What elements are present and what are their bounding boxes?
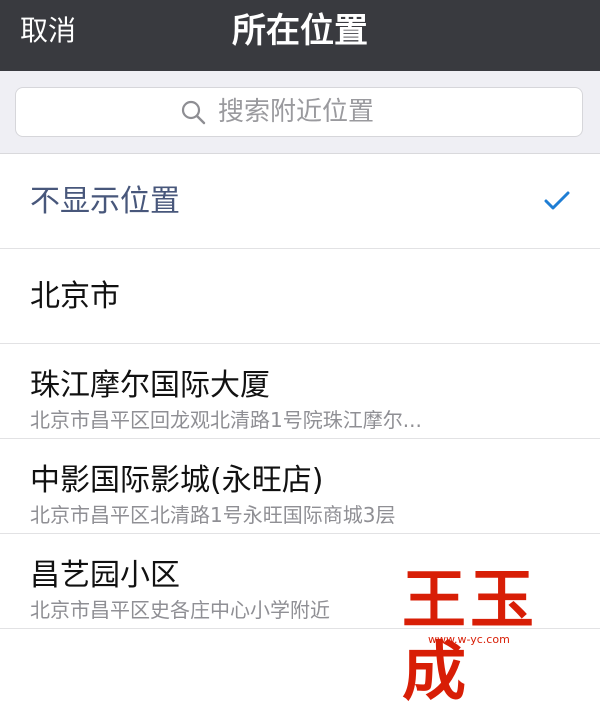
- location-item-city[interactable]: 北京市: [0, 249, 600, 344]
- watermark-url: www.w-yc.com: [428, 633, 510, 646]
- location-item[interactable]: 珠江摩尔国际大厦 北京市昌平区回龙观北清路1号院珠江摩尔...: [0, 344, 600, 439]
- location-title: 中影国际影城(永旺店): [30, 463, 324, 498]
- cancel-button[interactable]: 取消: [20, 0, 76, 62]
- location-item[interactable]: 昌艺园小区 北京市昌平区史各庄中心小学附近: [0, 534, 600, 629]
- location-title: 北京市: [30, 279, 120, 314]
- location-title: 珠江摩尔国际大厦: [30, 368, 270, 403]
- search-icon: [181, 100, 206, 125]
- location-item-hide[interactable]: 不显示位置: [0, 154, 600, 249]
- location-address: 北京市昌平区回龙观北清路1号院珠江摩尔...: [30, 408, 422, 432]
- checkmark-icon: [544, 191, 570, 210]
- location-list: 不显示位置 北京市 珠江摩尔国际大厦 北京市昌平区回龙观北清路1号院珠江摩尔..…: [0, 154, 600, 629]
- location-title: 不显示位置: [30, 184, 180, 219]
- page-title: 所在位置: [232, 11, 368, 51]
- location-address: 北京市昌平区北清路1号永旺国际商城3层: [30, 503, 396, 527]
- navigation-bar: 取消 所在位置: [0, 0, 600, 71]
- search-input[interactable]: [218, 97, 418, 127]
- location-title: 昌艺园小区: [30, 558, 180, 593]
- location-item[interactable]: 中影国际影城(永旺店) 北京市昌平区北清路1号永旺国际商城3层: [0, 439, 600, 534]
- search-box[interactable]: [15, 87, 583, 137]
- location-address: 北京市昌平区史各庄中心小学附近: [30, 598, 330, 622]
- search-area: [0, 71, 600, 154]
